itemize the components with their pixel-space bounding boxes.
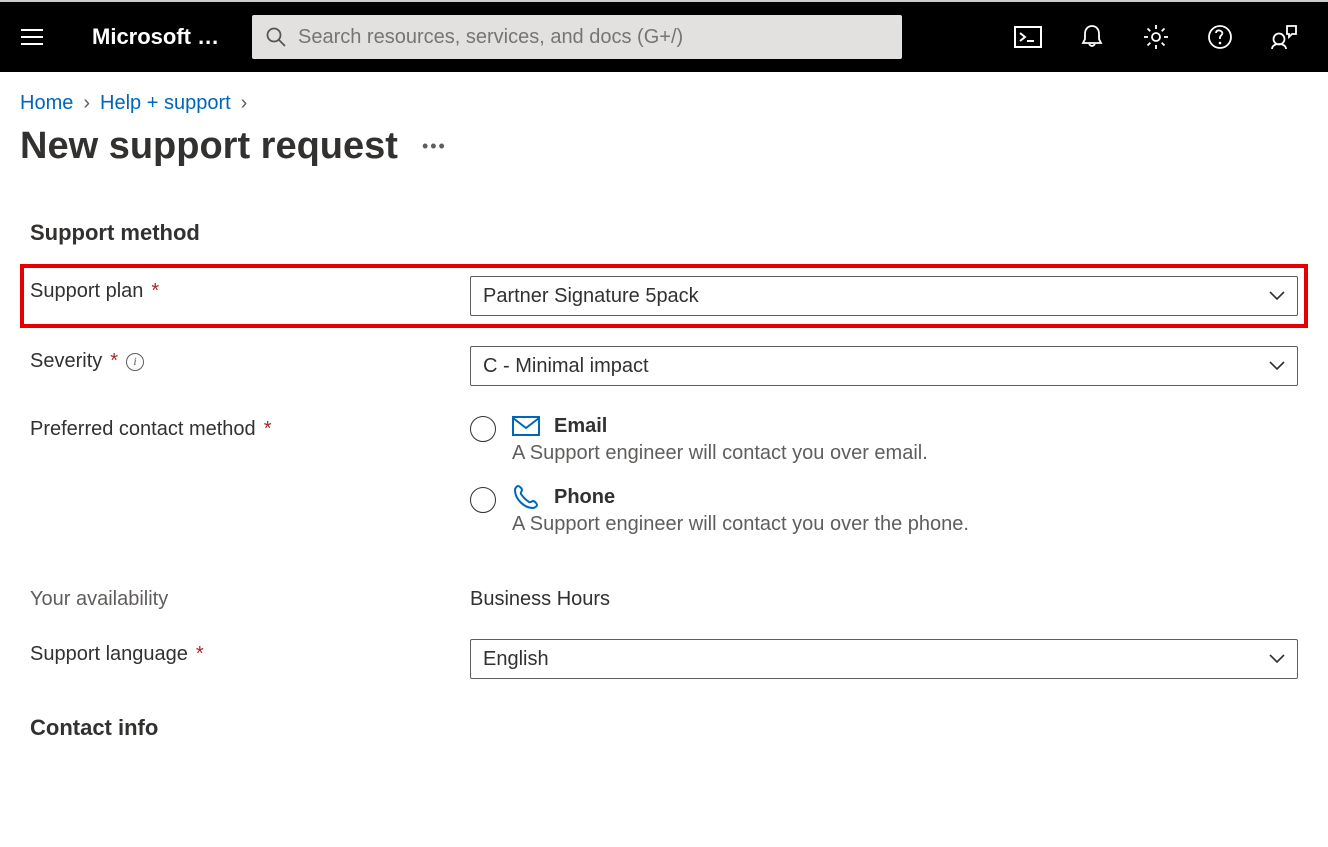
cloud-shell-icon: [1014, 26, 1042, 48]
search-input[interactable]: [298, 26, 888, 49]
field-language: Support language * English: [30, 639, 1298, 679]
severity-select[interactable]: C - Minimal impact: [470, 346, 1298, 386]
radio-email[interactable]: [470, 416, 496, 442]
section-heading-support-method: Support method: [30, 220, 1298, 246]
cloud-shell-button[interactable]: [1012, 21, 1044, 53]
contact-option-phone[interactable]: Phone A Support engineer will contact yo…: [470, 485, 1298, 536]
top-right-icons: [1012, 21, 1316, 53]
top-bar: Microsoft …: [0, 0, 1328, 72]
gear-icon: [1143, 24, 1169, 50]
required-marker: *: [151, 280, 159, 303]
breadcrumb: Home › Help + support ›: [0, 72, 1328, 123]
language-value: English: [483, 648, 549, 671]
feedback-icon: [1270, 24, 1298, 50]
brand-label[interactable]: Microsoft …: [92, 24, 242, 50]
language-select[interactable]: English: [470, 639, 1298, 679]
feedback-button[interactable]: [1268, 21, 1300, 53]
required-marker: *: [196, 643, 204, 666]
help-button[interactable]: [1204, 21, 1236, 53]
settings-button[interactable]: [1140, 21, 1172, 53]
chevron-right-icon: ›: [83, 92, 90, 115]
field-severity: Severity * i C - Minimal impact: [30, 346, 1298, 386]
availability-label: Your availability: [30, 588, 168, 611]
language-label: Support language: [30, 643, 188, 666]
field-availability: Your availability Business Hours: [30, 584, 1298, 611]
search-icon: [266, 27, 286, 47]
help-icon: [1207, 24, 1233, 50]
breadcrumb-help-support[interactable]: Help + support: [100, 92, 231, 115]
hamburger-icon: [21, 28, 43, 46]
radio-phone[interactable]: [470, 487, 496, 513]
field-contact-method: Preferred contact method * Email: [30, 414, 1298, 556]
contact-option-email-desc: A Support engineer will contact you over…: [512, 442, 928, 465]
more-actions-button[interactable]: •••: [422, 136, 447, 157]
severity-label: Severity: [30, 350, 102, 373]
support-plan-value: Partner Signature 5pack: [483, 285, 699, 308]
contact-method-label: Preferred contact method: [30, 418, 256, 441]
availability-value: Business Hours: [470, 584, 1298, 611]
contact-option-email-title: Email: [554, 415, 607, 438]
breadcrumb-home[interactable]: Home: [20, 92, 73, 115]
info-icon[interactable]: i: [126, 353, 144, 371]
bell-icon: [1081, 24, 1103, 50]
search-box[interactable]: [252, 15, 902, 59]
chevron-down-icon: [1269, 361, 1285, 371]
required-marker: *: [264, 418, 272, 441]
contact-option-email[interactable]: Email A Support engineer will contact yo…: [470, 414, 1298, 465]
notifications-button[interactable]: [1076, 21, 1108, 53]
contact-option-phone-title: Phone: [554, 486, 615, 509]
severity-value: C - Minimal impact: [483, 355, 649, 378]
email-icon: [512, 414, 540, 438]
chevron-right-icon: ›: [241, 92, 248, 115]
field-support-plan: Support plan * Partner Signature 5pack: [20, 264, 1308, 328]
required-marker: *: [110, 350, 118, 373]
page-title: New support request: [20, 125, 398, 168]
chevron-down-icon: [1269, 654, 1285, 664]
contact-option-phone-desc: A Support engineer will contact you over…: [512, 513, 969, 536]
support-plan-select[interactable]: Partner Signature 5pack: [470, 276, 1298, 316]
chevron-down-icon: [1269, 291, 1285, 301]
menu-button[interactable]: [12, 17, 52, 57]
phone-icon: [512, 485, 540, 509]
support-plan-label: Support plan: [30, 280, 143, 303]
section-heading-contact-info: Contact info: [30, 715, 1298, 741]
